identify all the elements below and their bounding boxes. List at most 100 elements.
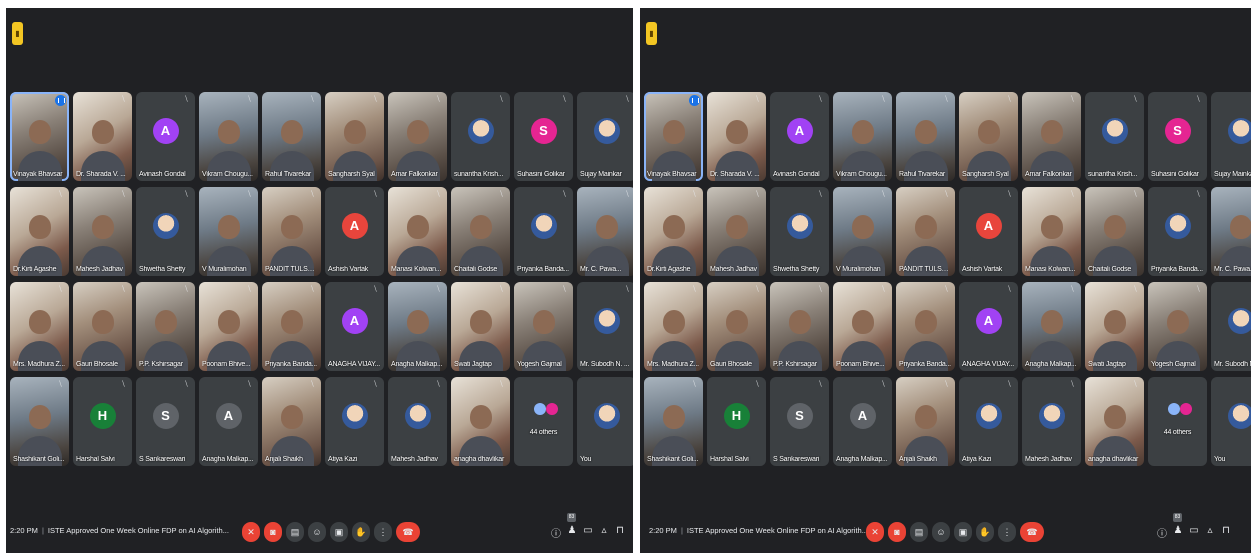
chat-icon[interactable]: ▭ (583, 525, 593, 540)
captions-icon[interactable]: ▤ (286, 522, 304, 542)
participant-tile[interactable]: ⧹ Priyanka Banda... (262, 282, 321, 371)
participant-tile[interactable]: ⧹ sunantha Krish... (451, 92, 510, 181)
participant-tile[interactable]: ⧹ Anagha Malkap... (1022, 282, 1081, 371)
participant-tile[interactable]: ⧹ Shwetha Shetty (770, 187, 829, 276)
participant-tile[interactable]: ⧹ PANDIT TULSHI... (262, 187, 321, 276)
participant-tile[interactable]: ⧹ Manasi Kolwan... (388, 187, 447, 276)
participant-tile[interactable]: ⧹ Swati Jagtap (451, 282, 510, 371)
captions-icon[interactable]: ▤ (910, 522, 928, 542)
participant-tile[interactable]: ⧹Sujay Mainkar (1211, 92, 1251, 181)
participant-tile[interactable]: You (1211, 377, 1251, 466)
participant-tile[interactable]: ⧹ Vikram Chougu... (199, 92, 258, 181)
meeting-info-icon[interactable]: ⓘ (551, 525, 561, 540)
participant-tile[interactable]: ⧹Mr. C. Pawa... (577, 187, 633, 276)
people-icon[interactable]: ♟ 83 (1173, 513, 1183, 540)
participant-tile[interactable]: ⧹ sunantha Krish... (1085, 92, 1144, 181)
participant-tile[interactable]: ⧹ Atiya Kazi (959, 377, 1018, 466)
raise-hand-icon[interactable]: ✋ (352, 522, 370, 542)
participant-tile[interactable]: ⧹ Mahesh Jadhav (388, 377, 447, 466)
participant-tile[interactable]: ⧹ Shashikant Goli... (644, 377, 703, 466)
participant-tile[interactable]: ⧹ Chaitali Godse (451, 187, 510, 276)
host-controls-icon[interactable]: ⊓ (1221, 525, 1231, 540)
participant-tile[interactable]: H ⧹ Harshal Salvi (707, 377, 766, 466)
more-options-icon[interactable]: ⋮ (374, 522, 392, 542)
participant-tile[interactable]: ⧹ Yogesh Gajmal (514, 282, 573, 371)
emoji-icon[interactable]: ☺ (932, 522, 950, 542)
participant-tile[interactable]: ⧹ Dr. Sharada V. ... (707, 92, 766, 181)
participant-tile[interactable]: You (577, 377, 633, 466)
participant-tile[interactable]: ⧹ Gauri Bhosale (707, 282, 766, 371)
participant-tile[interactable]: ⧹ Swati Jagtap (1085, 282, 1144, 371)
present-icon[interactable]: ▣ (954, 522, 972, 542)
participant-tile[interactable]: ⧹ anagha dhavlikar (451, 377, 510, 466)
participant-tile[interactable]: ⧹ Sangharsh Syal (959, 92, 1018, 181)
camera-off-icon[interactable]: ◙ (264, 522, 282, 542)
participant-tile[interactable]: A ⧹ Ashish Vartak (325, 187, 384, 276)
participant-tile[interactable]: ⧹ Anjali Shaikh (262, 377, 321, 466)
notes-badge-icon[interactable]: ▮ (646, 22, 657, 45)
participant-tile[interactable]: A ⧹ Ashish Vartak (959, 187, 1018, 276)
raise-hand-icon[interactable]: ✋ (976, 522, 994, 542)
participant-tile[interactable]: Vinayak Bhavsar (10, 92, 69, 181)
participant-tile[interactable]: ⧹ Anagha Malkap... (388, 282, 447, 371)
participant-tile[interactable]: ⧹ Dr.Kirti Agashe (10, 187, 69, 276)
participant-tile[interactable]: 44 others (514, 377, 573, 466)
participant-tile[interactable]: ⧹Sujay Mainkar (577, 92, 633, 181)
participant-tile[interactable]: ⧹ Dr. Sharada V. ... (73, 92, 132, 181)
leave-call-icon[interactable]: ☎ (1020, 522, 1044, 542)
participant-tile[interactable]: ⧹ Manasi Kolwan... (1022, 187, 1081, 276)
participant-tile[interactable]: ⧹ Anjali Shaikh (896, 377, 955, 466)
participant-tile[interactable]: ⧹ V Muralimohan (833, 187, 892, 276)
activities-icon[interactable]: ▵ (1205, 525, 1215, 540)
participant-tile[interactable]: ⧹ Mahesh Jadhav (73, 187, 132, 276)
host-controls-icon[interactable]: ⊓ (615, 525, 625, 540)
participant-tile[interactable]: ⧹ Priyanka Banda... (896, 282, 955, 371)
participant-tile[interactable]: S ⧹ S Sankareswari (770, 377, 829, 466)
notes-badge-icon[interactable]: ▮ (12, 22, 23, 45)
participant-tile[interactable]: ⧹ Mahesh Jadhav (707, 187, 766, 276)
participant-tile[interactable]: ⧹ Gauri Bhosale (73, 282, 132, 371)
participant-tile[interactable]: ⧹ Priyanka Banda... (514, 187, 573, 276)
participant-tile[interactable]: ⧹ anagha dhavlikar (1085, 377, 1144, 466)
participant-tile[interactable]: ⧹ Mahesh Jadhav (1022, 377, 1081, 466)
participant-tile[interactable]: ⧹ Mrs. Madhura Z... (10, 282, 69, 371)
participant-tile[interactable]: Vinayak Bhavsar (644, 92, 703, 181)
mic-off-icon[interactable]: ✕ (242, 522, 260, 542)
participant-tile[interactable]: ⧹ Dr.Kirti Agashe (644, 187, 703, 276)
participant-tile[interactable]: A ⧹ ANAGHA VIJAY... (325, 282, 384, 371)
participant-tile[interactable]: A ⧹ ANAGHA VIJAY... (959, 282, 1018, 371)
participant-tile[interactable]: ⧹ Poonam Bhive... (199, 282, 258, 371)
camera-off-icon[interactable]: ◙ (888, 522, 906, 542)
participant-tile[interactable]: A ⧹ Avinash Gondal (770, 92, 829, 181)
participant-tile[interactable]: 44 others (1148, 377, 1207, 466)
mic-off-icon[interactable]: ✕ (866, 522, 884, 542)
participant-tile[interactable]: ⧹ Chaitali Godse (1085, 187, 1144, 276)
participant-tile[interactable]: A ⧹ Anagha Malkap... (199, 377, 258, 466)
participant-tile[interactable]: ⧹ Vikram Chougu... (833, 92, 892, 181)
participant-tile[interactable]: S ⧹ Suhasini Golikar (1148, 92, 1207, 181)
chat-icon[interactable]: ▭ (1189, 525, 1199, 540)
participant-tile[interactable]: ⧹ Shwetha Shetty (136, 187, 195, 276)
participant-tile[interactable]: ⧹Mr. Subodh N. ... (1211, 282, 1251, 371)
participant-tile[interactable]: ⧹ P.P. Kshirsagar (136, 282, 195, 371)
participant-tile[interactable]: ⧹ Atiya Kazi (325, 377, 384, 466)
participant-tile[interactable]: A ⧹ Avinash Gondal (136, 92, 195, 181)
participant-tile[interactable]: S ⧹ Suhasini Golikar (514, 92, 573, 181)
participant-tile[interactable]: ⧹ PANDIT TULSHI... (896, 187, 955, 276)
activities-icon[interactable]: ▵ (599, 525, 609, 540)
participant-tile[interactable]: H ⧹ Harshal Salvi (73, 377, 132, 466)
participant-tile[interactable]: A ⧹ Anagha Malkap... (833, 377, 892, 466)
participant-tile[interactable]: ⧹ V Muralimohan (199, 187, 258, 276)
leave-call-icon[interactable]: ☎ (396, 522, 420, 542)
participant-tile[interactable]: ⧹ Amar Falkonkar (388, 92, 447, 181)
participant-tile[interactable]: ⧹ Poonam Bhive... (833, 282, 892, 371)
participant-tile[interactable]: ⧹Mr. C. Pawa... (1211, 187, 1251, 276)
people-icon[interactable]: ♟ 83 (567, 513, 577, 540)
participant-tile[interactable]: ⧹ Rahul Tivarekar (262, 92, 321, 181)
participant-tile[interactable]: ⧹ P.P. Kshirsagar (770, 282, 829, 371)
meeting-info-icon[interactable]: ⓘ (1157, 525, 1167, 540)
participant-tile[interactable]: ⧹ Sangharsh Syal (325, 92, 384, 181)
more-options-icon[interactable]: ⋮ (998, 522, 1016, 542)
emoji-icon[interactable]: ☺ (308, 522, 326, 542)
participant-tile[interactable]: ⧹ Amar Falkonkar (1022, 92, 1081, 181)
